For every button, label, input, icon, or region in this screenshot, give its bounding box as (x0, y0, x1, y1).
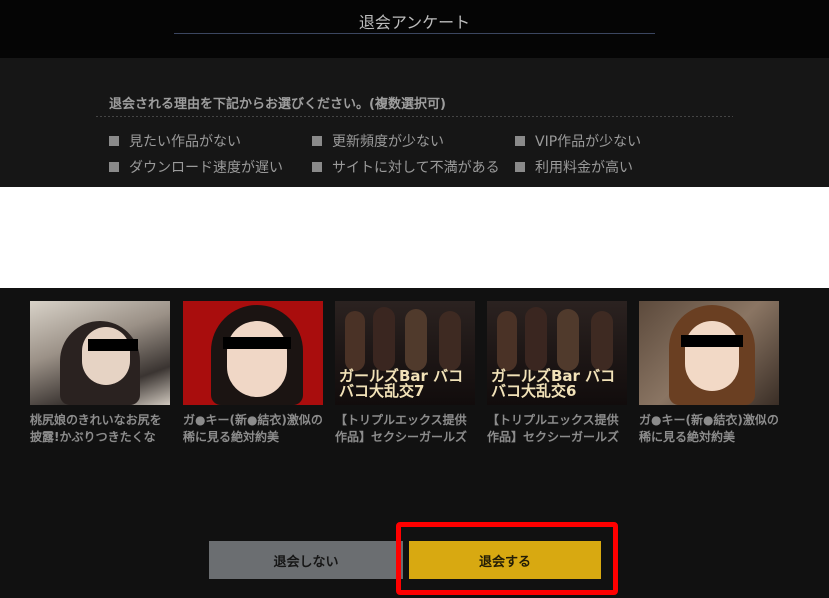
thumbnail-image (183, 301, 323, 405)
checkbox[interactable] (312, 136, 322, 146)
thumbnail-caption: ガ●キー(新●結衣)激似の稀に見る絶対約美 (183, 413, 323, 444)
confirm-withdrawal-button[interactable]: 退会する (409, 541, 601, 579)
checkbox[interactable] (515, 162, 525, 172)
option-label: 更新頻度が少ない (332, 134, 444, 150)
video-thumbnail[interactable]: 桃尻娘のきれいなお尻を披露!かぶりつきたくな (30, 301, 170, 448)
header: 退会アンケート (0, 0, 829, 58)
thumbnail-caption: ガ●キー(新●結衣)激似の稀に見る絶対約美 (639, 413, 779, 444)
thumbnail-image: ガールズBar バコバコ大乱交6 (487, 301, 627, 405)
blank-area (0, 187, 829, 288)
survey-section: 退会される理由を下記からお選びください。(複数選択可) 見たい作品がない 更新頻… (0, 58, 829, 187)
divider (96, 116, 733, 117)
thumbnail-caption: 【トリプルエックス提供作品】セクシーガールズ (335, 413, 468, 444)
thumbnail-title-art: ガールズBar バコバコ大乱交7 (339, 367, 464, 400)
checkbox[interactable] (312, 162, 322, 172)
title-underline (174, 33, 655, 34)
thumbnail-image: ガールズBar バコバコ大乱交7 (335, 301, 475, 405)
option-label: ダウンロード速度が遅い (129, 160, 283, 176)
reason-option-slow-download[interactable]: ダウンロード速度が遅い (109, 157, 283, 177)
checkbox[interactable] (109, 136, 119, 146)
page-title: 退会アンケート (358, 13, 471, 32)
checkbox[interactable] (109, 162, 119, 172)
reason-option-infrequent-updates[interactable]: 更新頻度が少ない (312, 131, 444, 151)
video-thumbnail[interactable]: ガ●キー(新●結衣)激似の稀に見る絶対約美 (183, 301, 323, 448)
option-label: 利用料金が高い (535, 160, 633, 176)
reason-option-high-price[interactable]: 利用料金が高い (515, 157, 633, 177)
option-label: サイトに対して不満がある (332, 160, 500, 176)
reason-option-no-wanted-titles[interactable]: 見たい作品がない (109, 131, 241, 151)
option-label: VIP作品が少ない (535, 134, 642, 150)
reason-option-site-dissatisfaction[interactable]: サイトに対して不満がある (312, 157, 500, 177)
video-thumbnail[interactable]: ガールズBar バコバコ大乱交7 【トリプルエックス提供作品】セクシーガールズ (335, 301, 475, 448)
thumbnail-image (30, 301, 170, 405)
video-thumbnail[interactable]: ガ●キー(新●結衣)激似の稀に見る絶対約美 (639, 301, 779, 448)
thumbnail-caption: 桃尻娘のきれいなお尻を披露!かぶりつきたくな (30, 413, 162, 444)
thumbnail-caption: 【トリプルエックス提供作品】セクシーガールズ (487, 413, 620, 444)
thumbnail-image (639, 301, 779, 405)
reason-option-few-vip-titles[interactable]: VIP作品が少ない (515, 131, 641, 151)
cancel-withdrawal-button[interactable]: 退会しない (209, 541, 403, 579)
video-thumbnail[interactable]: ガールズBar バコバコ大乱交6 【トリプルエックス提供作品】セクシーガールズ (487, 301, 627, 448)
option-label: 見たい作品がない (129, 134, 241, 150)
checkbox[interactable] (515, 136, 525, 146)
thumbnail-title-art: ガールズBar バコバコ大乱交6 (491, 367, 616, 400)
survey-question: 退会される理由を下記からお選びください。(複数選択可) (109, 97, 446, 112)
